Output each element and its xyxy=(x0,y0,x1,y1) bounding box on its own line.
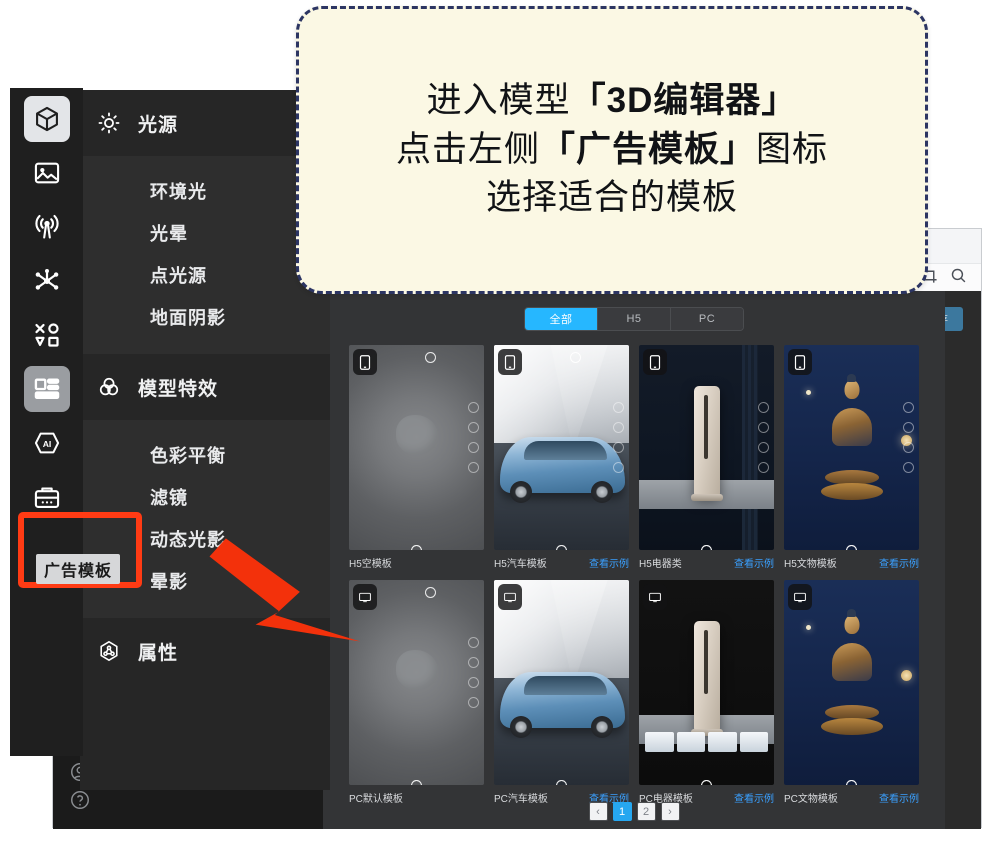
template-gallery-panel: 全部 H5 PC H5空模板 H5汽车模板 查看示例 H5电器类 查看示例 H5… xyxy=(323,291,945,829)
menu-item-color-balance[interactable]: 色彩平衡 xyxy=(80,434,330,476)
template-thumbnail[interactable] xyxy=(639,580,774,785)
menu-section-light-source[interactable]: 光源 xyxy=(80,90,330,156)
menu-item-filter[interactable]: 滤镜 xyxy=(80,476,330,518)
sidebar-item-broadcast[interactable] xyxy=(24,204,70,250)
menu-section-title: 光源 xyxy=(138,114,179,136)
monitor-icon xyxy=(643,584,667,610)
instruction-callout: 进入模型「3D编辑器」 点击左侧「广告模板」图标 选择适合的模板 xyxy=(296,6,928,294)
search-zoom-icon[interactable] xyxy=(950,267,967,284)
phone-icon xyxy=(643,349,667,375)
ad-template-icon xyxy=(34,378,59,400)
phone-icon xyxy=(498,349,522,375)
gallery-pagination[interactable]: ‹ 1 2 › xyxy=(323,802,945,821)
toolbox-icon xyxy=(34,487,59,508)
template-card[interactable]: PC电器模板 查看示例 xyxy=(639,580,774,805)
template-thumbnail[interactable] xyxy=(494,580,629,785)
shapes-icon xyxy=(34,323,59,347)
monitor-icon xyxy=(788,584,812,610)
effects-menu-panel: 光源 环境光 光晕 点光源 地面阴影 模型特效 色彩平衡 滤镜 动态光影 晕影 xyxy=(80,90,330,790)
ad-template-tooltip: 广告模板 xyxy=(36,554,121,584)
menu-group-light-source: 环境光 光晕 点光源 地面阴影 xyxy=(80,156,330,354)
template-card[interactable]: PC文物模板 查看示例 xyxy=(784,580,919,805)
menu-item-point-light[interactable]: 点光源 xyxy=(80,254,330,296)
pagination-prev[interactable]: ‹ xyxy=(588,802,608,821)
callout-line1-emphasis: 「3D编辑器」 xyxy=(570,80,798,120)
callout-line2-emphasis: 「广告模板」 xyxy=(539,129,756,169)
sidebar-item-shapes[interactable] xyxy=(24,312,70,358)
sidebar-item-nodes[interactable] xyxy=(24,258,70,304)
callout-line2-prefix: 点击左侧 xyxy=(395,129,540,169)
template-card[interactable]: H5汽车模板 查看示例 xyxy=(494,345,629,570)
callout-line2-suffix: 图标 xyxy=(756,129,829,169)
screenshot-root: 保存 全部 H5 PC xyxy=(0,0,982,849)
phone-icon xyxy=(353,349,377,375)
hexagon-node-icon xyxy=(100,640,118,662)
broadcast-icon xyxy=(34,214,59,239)
menu-section-title: 模型特效 xyxy=(138,378,219,400)
ai-icon: AI xyxy=(34,432,59,454)
pointer-arrow xyxy=(209,538,361,642)
cube-icon xyxy=(35,106,58,132)
svg-text:AI: AI xyxy=(42,439,51,449)
template-thumbnail[interactable] xyxy=(784,580,919,785)
tab-all[interactable]: 全部 xyxy=(525,308,598,330)
template-title: H5电器类 xyxy=(639,559,682,570)
view-example-link[interactable]: 查看示例 xyxy=(879,555,919,570)
menu-item-glow[interactable]: 光晕 xyxy=(80,212,330,254)
monitor-icon xyxy=(498,584,522,610)
menu-section-title: 属性 xyxy=(138,642,179,664)
template-title: H5汽车模板 xyxy=(494,559,547,570)
pagination-next[interactable]: › xyxy=(660,802,680,821)
view-example-link[interactable]: 查看示例 xyxy=(589,555,629,570)
template-card[interactable]: H5文物模板 查看示例 xyxy=(784,345,919,570)
template-card[interactable]: PC汽车模板 查看示例 xyxy=(494,580,629,805)
sidebar-item-ad-template[interactable] xyxy=(23,366,70,412)
question-circle-icon[interactable] xyxy=(69,789,91,811)
template-cards-grid: H5空模板 H5汽车模板 查看示例 H5电器类 查看示例 H5文物模板 查看示例… xyxy=(333,345,935,805)
tab-h5[interactable]: H5 xyxy=(598,308,671,330)
callout-line1-text: 进入模型 xyxy=(426,80,571,120)
sun-icon xyxy=(98,112,120,134)
template-card[interactable]: H5电器类 查看示例 xyxy=(639,345,774,570)
template-thumbnail[interactable] xyxy=(494,345,629,550)
pagination-page-2[interactable]: 2 xyxy=(636,802,656,821)
node-network-icon xyxy=(35,268,58,290)
menu-item-ambient-light[interactable]: 环境光 xyxy=(80,170,330,212)
pagination-page-1[interactable]: 1 xyxy=(612,802,632,821)
callout-line-1: 进入模型「3D编辑器」 xyxy=(427,78,798,125)
view-example-link[interactable]: 查看示例 xyxy=(734,555,774,570)
phone-icon xyxy=(788,349,812,375)
menu-section-model-effects[interactable]: 模型特效 xyxy=(80,354,330,420)
sidebar-item-image[interactable] xyxy=(24,150,70,196)
gallery-filter-tabs[interactable]: 全部 H5 PC xyxy=(524,307,744,331)
sidebar-item-toolbox[interactable] xyxy=(24,474,70,520)
left-icon-rail: AI xyxy=(10,88,83,756)
callout-line-3: 选择适合的模板 xyxy=(485,178,738,218)
template-title: H5文物模板 xyxy=(784,559,837,570)
tab-pc[interactable]: PC xyxy=(671,308,743,330)
template-thumbnail[interactable] xyxy=(784,345,919,550)
menu-item-ground-shadow[interactable]: 地面阴影 xyxy=(80,296,330,338)
template-thumbnail[interactable] xyxy=(639,345,774,550)
sidebar-item-model[interactable] xyxy=(23,96,70,142)
callout-line-2: 点击左侧「广告模板」图标 xyxy=(396,127,828,174)
circles-icon xyxy=(99,377,119,396)
image-icon xyxy=(34,162,59,184)
sidebar-item-ai[interactable]: AI xyxy=(24,420,70,466)
